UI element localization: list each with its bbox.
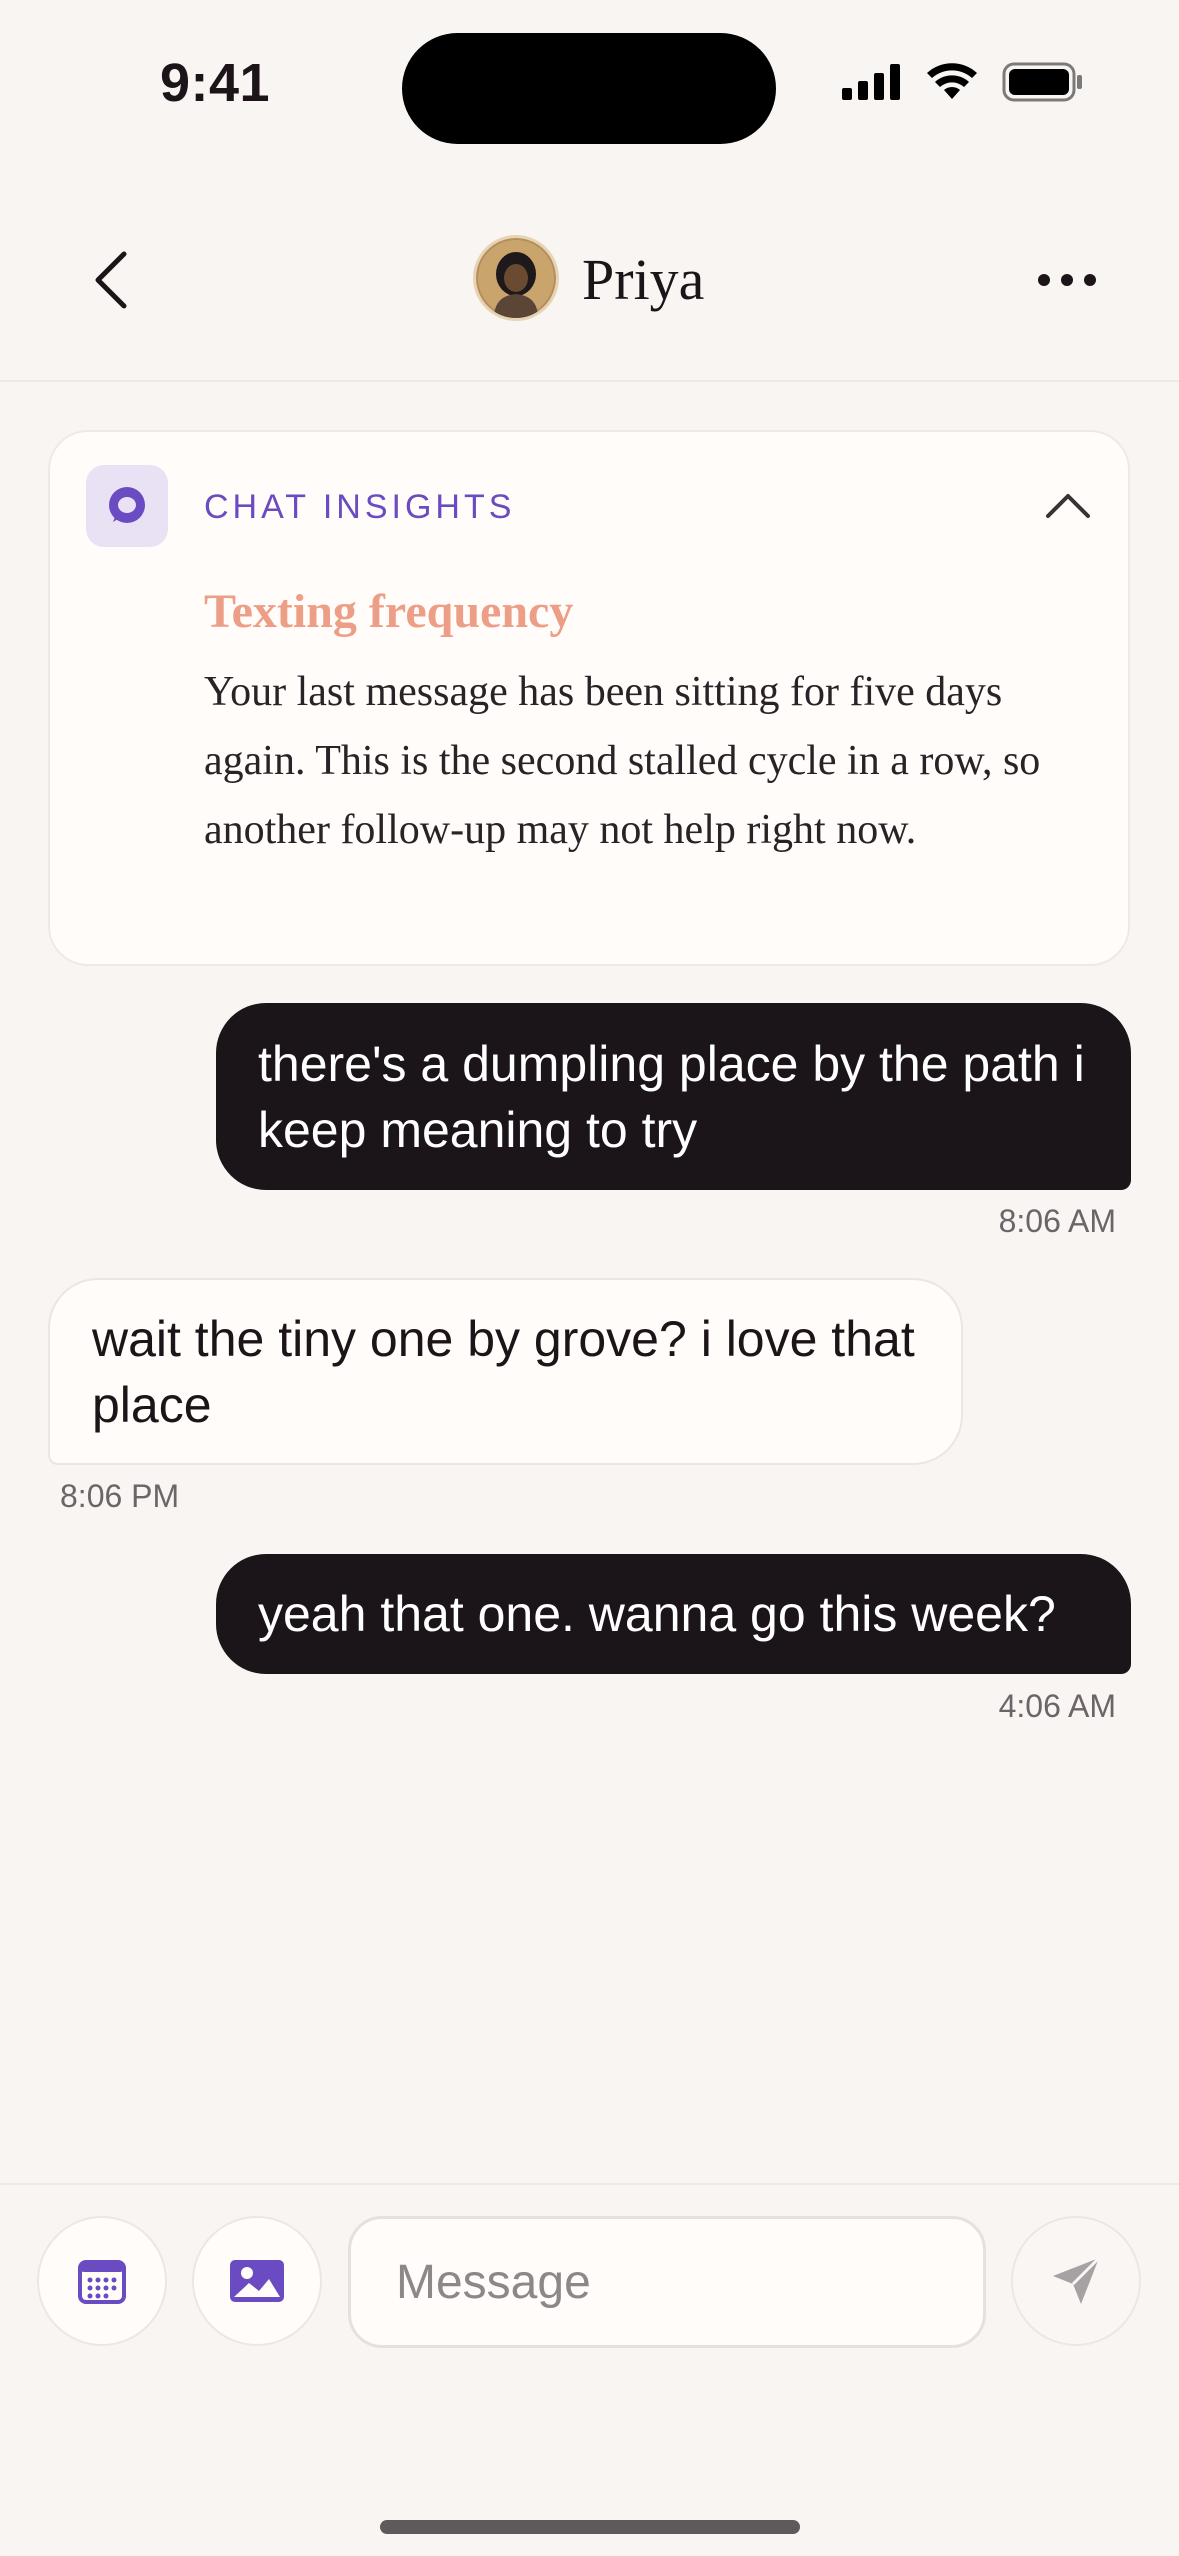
message-text: yeah that one. wanna go this week?	[258, 1586, 1056, 1642]
outgoing-message[interactable]: there's a dumpling place by the path i k…	[216, 1003, 1131, 1190]
battery-icon	[1002, 62, 1082, 102]
message-text: there's a dumpling place by the path i k…	[258, 1035, 1085, 1158]
chevron-up-icon	[1046, 494, 1090, 518]
insight-title: Texting frequency	[204, 585, 574, 638]
calendar-icon	[78, 2260, 126, 2304]
insight-body: Your last message has been sitting for f…	[204, 669, 1041, 853]
send-icon	[1053, 2256, 1101, 2304]
wifi-icon	[927, 63, 977, 99]
insights-icon-badge	[86, 465, 168, 547]
more-options-button[interactable]	[1022, 250, 1112, 310]
message-text: wait the tiny one by grove? i love that …	[92, 1310, 915, 1433]
status-icons	[842, 62, 1084, 102]
dynamic-island	[402, 33, 776, 144]
outgoing-message[interactable]: yeah that one. wanna go this week?	[216, 1554, 1131, 1674]
calendar-button[interactable]	[37, 2216, 167, 2346]
home-indicator	[380, 2520, 800, 2534]
chevron-left-icon	[95, 251, 127, 309]
chat-bubble-icon	[109, 487, 145, 523]
contact-avatar-icon	[476, 238, 556, 318]
image-button[interactable]	[192, 2216, 322, 2346]
signal-icon	[842, 64, 900, 100]
ellipsis-icon	[1038, 274, 1096, 286]
header-divider	[0, 380, 1179, 382]
message-input[interactable]	[348, 2216, 986, 2348]
insights-label: CHAT INSIGHTS	[204, 488, 516, 526]
send-button[interactable]	[1011, 2216, 1141, 2346]
message-timestamp: 8:06 PM	[60, 1478, 180, 1514]
back-button[interactable]	[72, 240, 152, 320]
image-icon	[230, 2260, 284, 2302]
collapse-insights-button[interactable]	[1030, 476, 1106, 536]
status-time: 9:41	[160, 53, 271, 113]
incoming-message[interactable]: wait the tiny one by grove? i love that …	[48, 1278, 963, 1465]
composer-divider	[0, 2183, 1179, 2185]
message-timestamp: 8:06 AM	[998, 1203, 1116, 1239]
contact-name[interactable]: Priya	[582, 246, 704, 313]
message-timestamp: 4:06 AM	[998, 1688, 1116, 1724]
avatar[interactable]	[473, 235, 559, 321]
